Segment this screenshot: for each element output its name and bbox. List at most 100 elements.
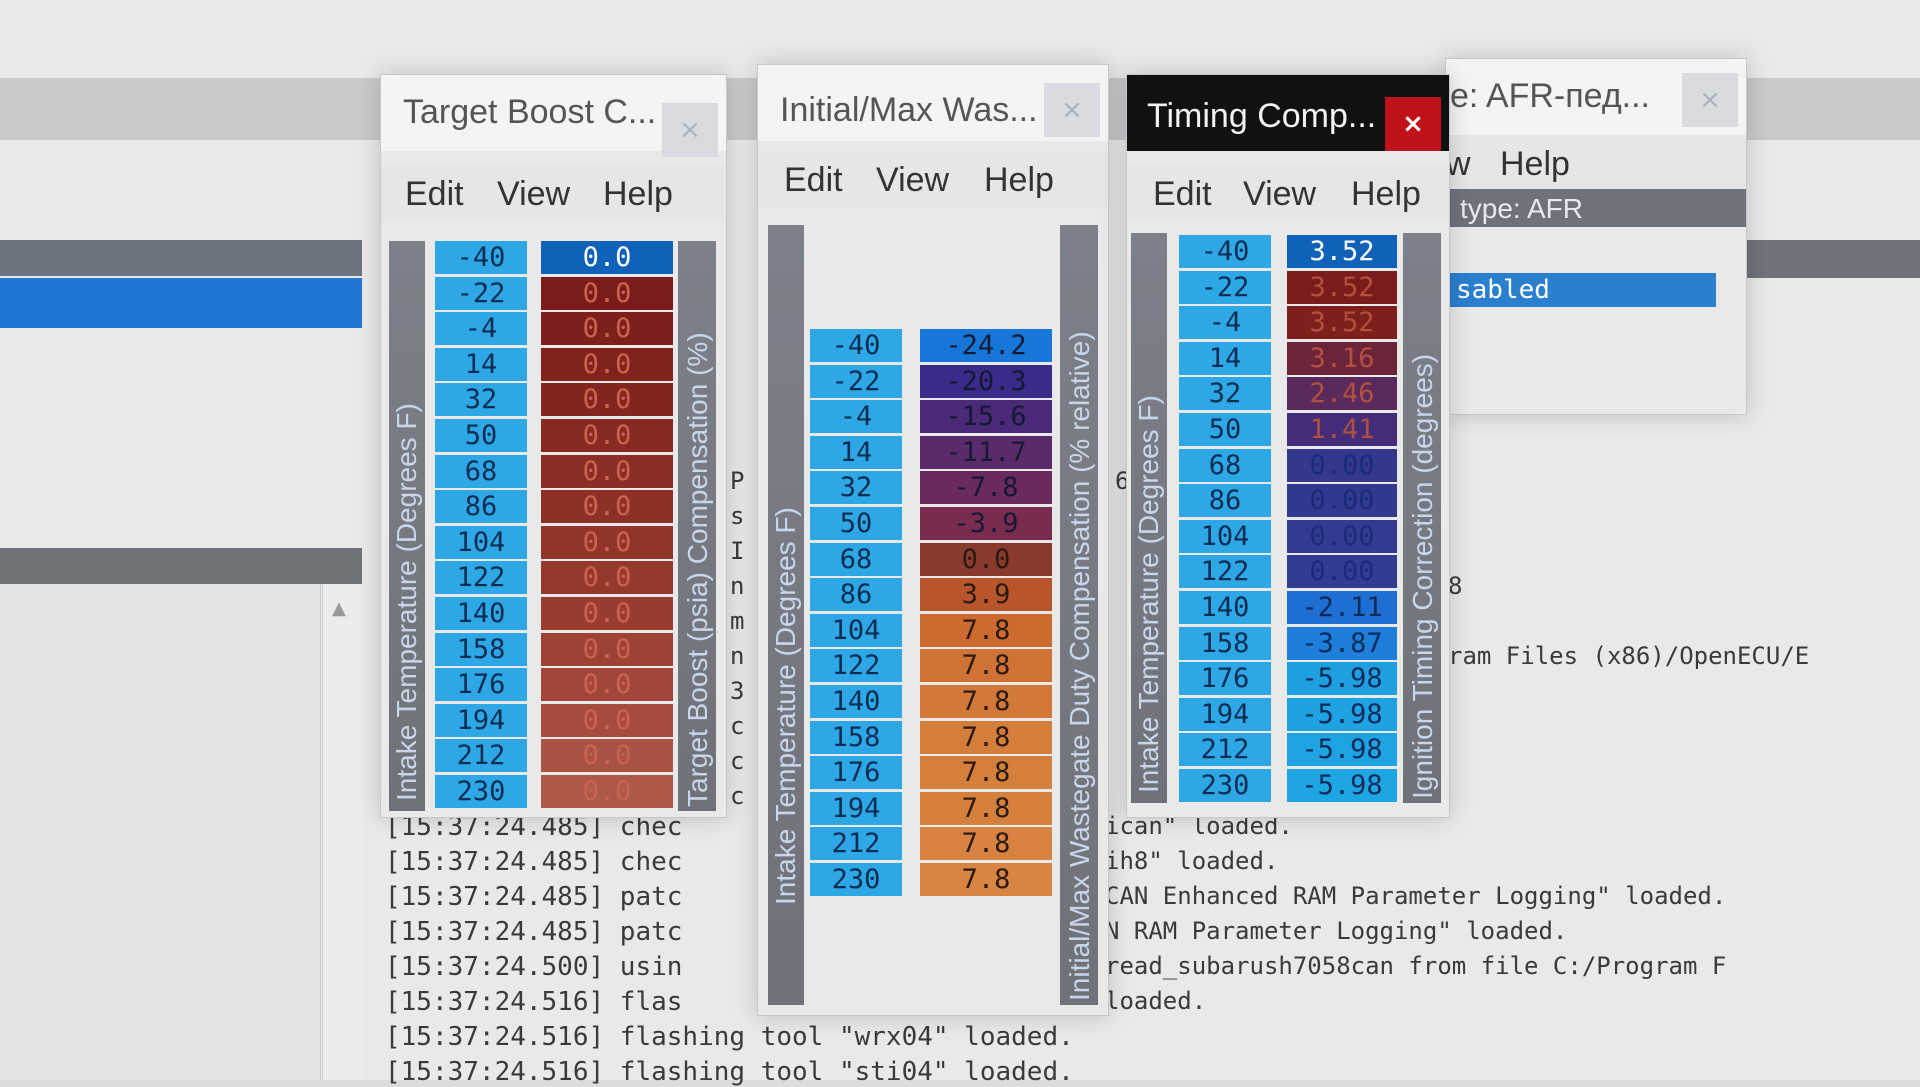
target-boost-value-cell[interactable]: 0.0 [541, 596, 673, 630]
target-boost-x-cell[interactable]: 140 [435, 596, 527, 630]
timing-x-cell[interactable]: 68 [1179, 448, 1271, 482]
wastegate-x-cell[interactable]: 230 [810, 862, 902, 896]
wastegate-value-cell[interactable]: 3.9 [920, 578, 1052, 612]
target-boost-x-cell[interactable]: -40 [435, 241, 527, 274]
wastegate-value-cell[interactable]: 7.8 [920, 756, 1052, 790]
target-boost-value-cell[interactable]: 0.0 [541, 739, 673, 773]
afr-menu-help[interactable]: Help [1500, 145, 1570, 184]
timing-x-cell[interactable]: 230 [1179, 768, 1271, 802]
timing-value-cell[interactable]: -5.98 [1287, 768, 1397, 802]
target-boost-value-cell[interactable]: 0.0 [541, 703, 673, 737]
wastegate-x-cell[interactable]: 86 [810, 578, 902, 612]
timing-x-cell[interactable]: 104 [1179, 519, 1271, 553]
timing-value-cell[interactable]: 3.52 [1287, 270, 1397, 304]
target-boost-menu-help[interactable]: Help [603, 175, 673, 214]
wastegate-value-cell[interactable]: 7.8 [920, 684, 1052, 718]
wastegate-x-cell[interactable]: 176 [810, 756, 902, 790]
timing-menu-help[interactable]: Help [1351, 175, 1421, 214]
target-boost-menu-edit[interactable]: Edit [405, 175, 464, 214]
afr-close-icon[interactable]: × [1682, 73, 1738, 127]
wastegate-x-cell[interactable]: 50 [810, 506, 902, 540]
timing-x-cell[interactable]: 158 [1179, 626, 1271, 660]
scroll-up-arrow-icon[interactable]: ▲ [332, 598, 346, 619]
timing-x-cell[interactable]: -22 [1179, 270, 1271, 304]
timing-x-cell[interactable]: 86 [1179, 484, 1271, 518]
wastegate-x-cell[interactable]: 68 [810, 542, 902, 576]
target-boost-value-cell[interactable]: 0.0 [541, 347, 673, 381]
timing-x-cell[interactable]: -4 [1179, 306, 1271, 340]
target-boost-value-cell[interactable]: 0.0 [541, 312, 673, 346]
target-boost-close-icon[interactable]: × [662, 103, 718, 157]
wastegate-menu-view[interactable]: View [876, 161, 949, 200]
wastegate-titlebar[interactable]: Initial/Max Was... × [758, 65, 1108, 141]
wastegate-value-cell[interactable]: 7.8 [920, 791, 1052, 825]
wastegate-x-cell[interactable]: 104 [810, 613, 902, 647]
target-boost-value-cell[interactable]: 0.0 [541, 454, 673, 488]
timing-value-cell[interactable]: -3.87 [1287, 626, 1397, 660]
timing-x-cell[interactable]: -40 [1179, 235, 1271, 268]
wastegate-menu-help[interactable]: Help [984, 161, 1054, 200]
wastegate-x-cell[interactable]: 194 [810, 791, 902, 825]
target-boost-x-cell[interactable]: 122 [435, 561, 527, 595]
target-boost-value-cell[interactable]: 0.0 [541, 668, 673, 702]
target-boost-x-cell[interactable]: 104 [435, 525, 527, 559]
target-boost-value-cell[interactable]: 0.0 [541, 774, 673, 808]
wastegate-close-icon[interactable]: × [1044, 83, 1100, 137]
timing-value-cell[interactable]: 0.00 [1287, 484, 1397, 518]
timing-titlebar[interactable]: Timing Comp... × [1127, 75, 1449, 151]
wastegate-value-cell[interactable]: 7.8 [920, 720, 1052, 754]
timing-value-cell[interactable]: 3.52 [1287, 306, 1397, 340]
timing-value-cell[interactable]: 0.00 [1287, 519, 1397, 553]
target-boost-value-cell[interactable]: 0.0 [541, 561, 673, 595]
wastegate-x-cell[interactable]: 32 [810, 471, 902, 505]
wastegate-x-cell[interactable]: 14 [810, 435, 902, 469]
timing-value-cell[interactable]: 3.16 [1287, 341, 1397, 375]
timing-menu-edit[interactable]: Edit [1153, 175, 1212, 214]
timing-x-cell[interactable]: 50 [1179, 412, 1271, 446]
timing-x-cell[interactable]: 194 [1179, 697, 1271, 731]
target-boost-x-cell[interactable]: 14 [435, 347, 527, 381]
wastegate-value-cell[interactable]: -15.6 [920, 400, 1052, 434]
target-boost-value-cell[interactable]: 0.0 [541, 241, 673, 274]
timing-value-cell[interactable]: -2.11 [1287, 590, 1397, 624]
wastegate-value-cell[interactable]: -3.9 [920, 506, 1052, 540]
wastegate-value-cell[interactable]: 7.8 [920, 862, 1052, 896]
target-boost-menu-view[interactable]: View [497, 175, 570, 214]
target-boost-titlebar[interactable]: Target Boost C... × [381, 75, 726, 157]
target-boost-x-cell[interactable]: 176 [435, 668, 527, 702]
timing-x-cell[interactable]: 176 [1179, 662, 1271, 696]
wastegate-x-cell[interactable]: 122 [810, 649, 902, 683]
target-boost-x-cell[interactable]: -4 [435, 312, 527, 346]
target-boost-x-cell[interactable]: 86 [435, 490, 527, 524]
target-boost-value-cell[interactable]: 0.0 [541, 525, 673, 559]
target-boost-x-cell[interactable]: 194 [435, 703, 527, 737]
timing-value-cell[interactable]: 1.41 [1287, 412, 1397, 446]
wastegate-x-cell[interactable]: -4 [810, 400, 902, 434]
timing-x-cell[interactable]: 140 [1179, 590, 1271, 624]
wastegate-value-cell[interactable]: -20.3 [920, 364, 1052, 398]
target-boost-x-cell[interactable]: 50 [435, 418, 527, 452]
timing-value-cell[interactable]: -5.98 [1287, 697, 1397, 731]
target-boost-x-cell[interactable]: 32 [435, 383, 527, 417]
tree-selected-row[interactable] [0, 278, 362, 328]
wastegate-menu-edit[interactable]: Edit [784, 161, 843, 200]
timing-menu-view[interactable]: View [1243, 175, 1316, 214]
wastegate-value-cell[interactable]: 7.8 [920, 827, 1052, 861]
wastegate-value-cell[interactable]: 7.8 [920, 649, 1052, 683]
wastegate-x-cell[interactable]: 140 [810, 684, 902, 718]
wastegate-x-cell[interactable]: -22 [810, 364, 902, 398]
target-boost-value-cell[interactable]: 0.0 [541, 383, 673, 417]
wastegate-value-cell[interactable]: -11.7 [920, 435, 1052, 469]
timing-value-cell[interactable]: 0.00 [1287, 555, 1397, 589]
wastegate-value-cell[interactable]: -24.2 [920, 329, 1052, 362]
target-boost-x-cell[interactable]: -22 [435, 276, 527, 310]
wastegate-x-cell[interactable]: 158 [810, 720, 902, 754]
timing-x-cell[interactable]: 212 [1179, 733, 1271, 767]
timing-x-cell[interactable]: 32 [1179, 377, 1271, 411]
target-boost-value-cell[interactable]: 0.0 [541, 490, 673, 524]
wastegate-value-cell[interactable]: -7.8 [920, 471, 1052, 505]
wastegate-x-cell[interactable]: -40 [810, 329, 902, 362]
timing-value-cell[interactable]: 3.52 [1287, 235, 1397, 268]
timing-value-cell[interactable]: -5.98 [1287, 662, 1397, 696]
timing-value-cell[interactable]: -5.98 [1287, 733, 1397, 767]
